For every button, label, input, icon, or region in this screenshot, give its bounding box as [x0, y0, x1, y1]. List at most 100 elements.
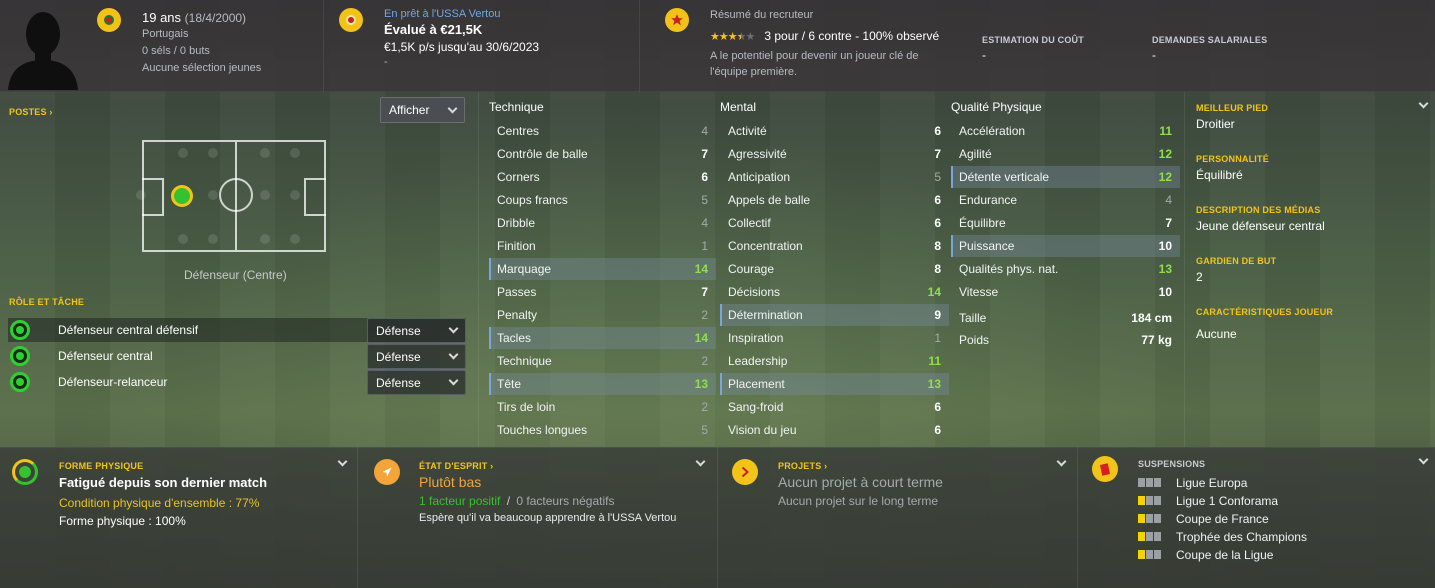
chevron-down-icon [448, 323, 459, 334]
attribute-row[interactable]: Accélération 11 [951, 120, 1180, 142]
positions-link[interactable]: POSTES › [9, 107, 53, 117]
technique-title: Technique [489, 100, 544, 114]
attribute-row[interactable]: Technique 2 [489, 350, 716, 372]
role-name: Défenseur central défensif [58, 323, 199, 337]
morale-link[interactable]: ÉTAT D'ESPRIT › [419, 461, 493, 471]
attribute-row-key[interactable]: Placement 13 [720, 373, 949, 395]
attribute-name: Dribble [497, 216, 536, 230]
suspension-row: Ligue 1 Conforama [1138, 492, 1278, 510]
show-dropdown[interactable]: Afficher [380, 97, 465, 123]
attribute-row[interactable]: Agressivité 7 [720, 143, 949, 165]
attribute-row[interactable]: Passes 7 [489, 281, 716, 303]
duty-dropdown[interactable]: Défense [367, 344, 466, 369]
attribute-row-key[interactable]: Marquage 14 [489, 258, 716, 280]
projects-short: Aucun projet à court terme [778, 474, 943, 490]
attribute-value: 14 [927, 285, 941, 299]
competition-name: Coupe de France [1176, 512, 1269, 526]
attribute-row[interactable]: Vision du jeu 6 [720, 419, 949, 441]
attribute-row-key[interactable]: Puissance 10 [951, 235, 1180, 257]
attribute-name: Puissance [959, 239, 1015, 253]
chevron-down-icon [448, 375, 459, 386]
attribute-name: Détente verticale [959, 170, 1050, 184]
attribute-name: Concentration [728, 239, 803, 253]
position-slot [208, 148, 218, 158]
personality-label: PERSONNALITÉ [1196, 154, 1269, 164]
suspension-row: Trophée des Champions [1138, 528, 1307, 546]
goalkeeper-label: GARDIEN DE BUT [1196, 256, 1277, 266]
loan-status-link[interactable]: En prêt à l'USSA Vertou [384, 8, 500, 20]
attribute-name: Anticipation [728, 170, 791, 184]
attribute-name: Inspiration [728, 331, 784, 345]
attribute-row[interactable]: Dribble 4 [489, 212, 716, 234]
player-header: 19 ans (18/4/2000) Portugais 0 séls / 0 … [0, 0, 1435, 92]
attribute-row[interactable]: Centres 4 [489, 120, 716, 142]
attribute-row[interactable]: Collectif 6 [720, 212, 949, 234]
morale-factors: 1 facteur positif / 0 facteurs négatifs [419, 494, 614, 508]
attribute-row[interactable]: Activité 6 [720, 120, 949, 142]
attribute-row[interactable]: Appels de balle 6 [720, 189, 949, 211]
position-slot [290, 234, 300, 244]
role-name: Défenseur central [58, 349, 153, 363]
attribute-row[interactable]: Coups francs 5 [489, 189, 716, 211]
attribute-value: 5 [701, 423, 708, 437]
bottom-divider [717, 447, 718, 588]
position-slot [260, 234, 270, 244]
weight-value: 77 kg [1141, 333, 1172, 347]
attribute-name: Sang-froid [728, 400, 784, 414]
fitness-label: FORME PHYSIQUE [59, 461, 144, 471]
cost-label: ESTIMATION DU COÛT [982, 35, 1084, 45]
attribute-row-key[interactable]: Tacles 14 [489, 327, 716, 349]
attribute-value: 5 [701, 193, 708, 207]
star-rating-icon: ★★★★★ [710, 30, 755, 43]
youth-caps: Aucune sélection jeunes [142, 62, 262, 74]
attribute-row[interactable]: Endurance 4 [951, 189, 1180, 211]
red-card-shape [1099, 462, 1111, 476]
attribute-row[interactable]: Inspiration 1 [720, 327, 949, 349]
suspension-row: Coupe de la Ligue [1138, 546, 1273, 564]
traits-label: CARACTÉRISTIQUES JOUEUR [1196, 307, 1334, 317]
attribute-value: 13 [1158, 262, 1172, 276]
attribute-row[interactable]: Équilibre 7 [951, 212, 1180, 234]
attribute-row[interactable]: Touches longues 5 [489, 419, 716, 441]
attribute-value: 2 [701, 354, 708, 368]
projects-arrow-icon [732, 459, 758, 485]
attribute-row[interactable]: Tirs de loin 2 [489, 396, 716, 418]
attribute-name: Technique [497, 354, 552, 368]
pitch-right-box [304, 178, 326, 216]
attribute-name: Agilité [959, 147, 992, 161]
attribute-row[interactable]: Corners 6 [489, 166, 716, 188]
attribute-row-key[interactable]: Détente verticale 12 [951, 166, 1180, 188]
attribute-name: Tirs de loin [497, 400, 556, 414]
attribute-row[interactable]: Penalty 2 [489, 304, 716, 326]
attribute-row[interactable]: Vitesse 10 [951, 281, 1180, 303]
morale-arrow-icon [374, 459, 400, 485]
duty-dropdown[interactable]: Défense [367, 318, 466, 343]
weight-row: Poids 77 kg [951, 329, 1180, 351]
attribute-row-key[interactable]: Tête 13 [489, 373, 716, 395]
attribute-row-key[interactable]: Détermination 9 [720, 304, 949, 326]
attribute-row[interactable]: Décisions 14 [720, 281, 949, 303]
attribute-value: 12 [1158, 170, 1172, 184]
section-divider [478, 92, 479, 447]
attribute-row[interactable]: Anticipation 5 [720, 166, 949, 188]
attribute-name: Tacles [497, 331, 532, 345]
attribute-name: Accélération [959, 124, 1026, 138]
birthdate-text: (18/4/2000) [184, 11, 247, 25]
attribute-row[interactable]: Courage 8 [720, 258, 949, 280]
attribute-value: 11 [1159, 124, 1172, 138]
attribute-row[interactable]: Leadership 11 [720, 350, 949, 372]
attribute-row[interactable]: Sang-froid 6 [720, 396, 949, 418]
attribute-row[interactable]: Concentration 8 [720, 235, 949, 257]
chevron-down-icon [448, 349, 459, 360]
projects-link[interactable]: PROJETS › [778, 461, 827, 471]
attribute-row[interactable]: Contrôle de balle 7 [489, 143, 716, 165]
competition-name: Trophée des Champions [1176, 530, 1307, 544]
attribute-row[interactable]: Finition 1 [489, 235, 716, 257]
duty-dropdown[interactable]: Défense [367, 370, 466, 395]
position-slot [208, 190, 218, 200]
attribute-row[interactable]: Qualités phys. nat. 13 [951, 258, 1180, 280]
attribute-row[interactable]: Agilité 12 [951, 143, 1180, 165]
attribute-value: 14 [694, 331, 708, 345]
header-divider [639, 0, 640, 92]
attribute-value: 14 [694, 262, 708, 276]
